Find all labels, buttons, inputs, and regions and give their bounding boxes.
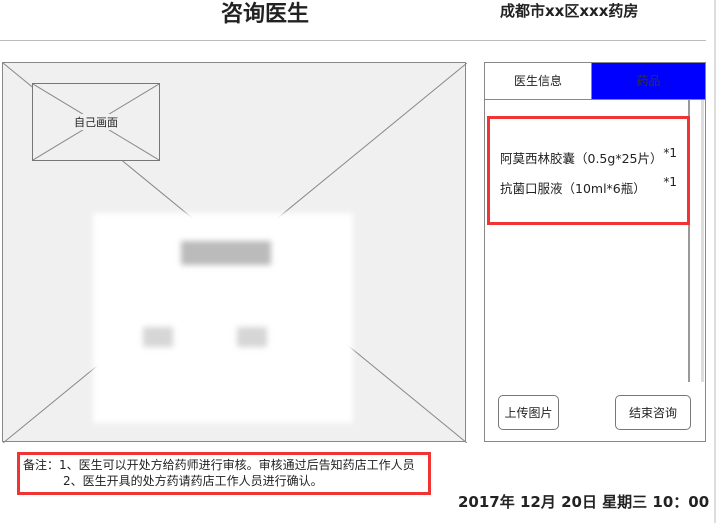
medicine-list: 阿莫西林胶囊（0.5g*25片） *1 抗菌口服液（10ml*6瓶） *1 <box>487 116 690 225</box>
tab-medicines[interactable]: 药品 <box>592 63 705 100</box>
panel-scrollbar[interactable] <box>688 100 704 382</box>
notes-box: 备注：1、医生可以开处方给药师进行审核。审核通过后告知药店工作人员 2、医生开具… <box>17 452 431 495</box>
note-line-2: 2、医生开具的处方药请药店工作人员进行确认。 <box>63 474 323 488</box>
header-divider <box>0 40 706 41</box>
upload-image-button[interactable]: 上传图片 <box>498 395 559 430</box>
store-name: 成都市xx区xxx药房 <box>500 2 639 20</box>
tab-doctor-info[interactable]: 医生信息 <box>485 63 592 100</box>
page-scrollbar[interactable] <box>714 0 716 523</box>
note-line-1: 备注：1、医生可以开处方给药师进行审核。审核通过后告知药店工作人员 <box>23 458 415 472</box>
page-title: 咨询医生 <box>220 2 309 27</box>
medicine-qty: *1 <box>663 146 677 160</box>
medicine-name: 阿莫西林胶囊（0.5g*25片） <box>500 151 663 166</box>
medicine-qty: *1 <box>663 175 677 189</box>
blurred-content <box>237 327 267 347</box>
blurred-content <box>143 327 173 347</box>
medicine-name: 抗菌口服液（10ml*6瓶） <box>500 181 646 196</box>
datetime: 2017年 12月 20日 星期三 10：00 <box>458 493 710 511</box>
end-consultation-button[interactable]: 结束咨询 <box>615 395 691 430</box>
self-video-view: 自己画面 <box>32 83 160 161</box>
blurred-content <box>181 241 271 265</box>
self-view-label: 自己画面 <box>69 114 123 130</box>
